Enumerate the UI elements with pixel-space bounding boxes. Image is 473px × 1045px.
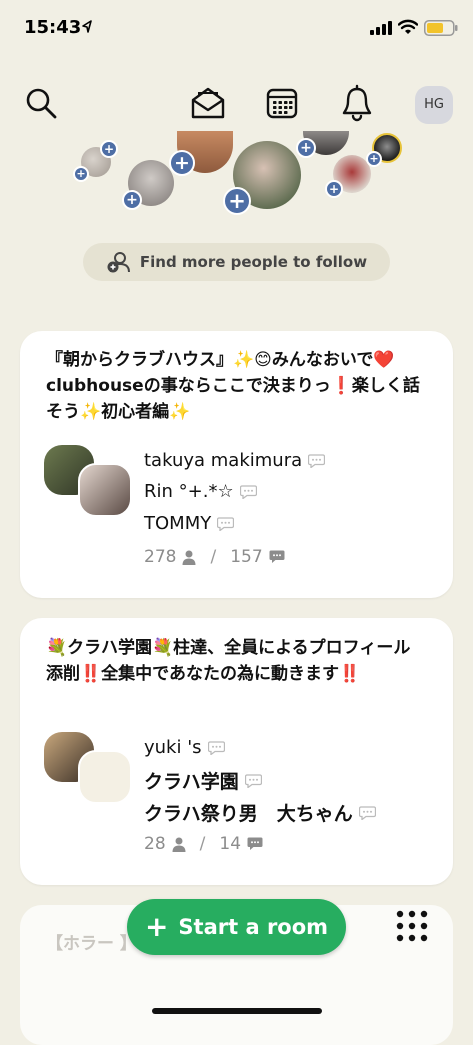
follow-plus-icon[interactable]: + [366,151,382,167]
speaker-count: 157 [230,547,263,567]
count-separator: / [210,547,217,567]
speaker-name: クラハ学園 [144,771,239,793]
speaker-chat-icon [217,516,235,531]
location-arrow-icon [82,20,92,33]
follow-plus-icon[interactable]: + [223,187,251,215]
dial-grid-icon[interactable] [392,906,432,946]
speaker-chat-icon [358,805,376,820]
room-card[interactable]: 『朝からクラブハウス』✨😊みんなおいで❤️clubhouseの事ならここで決まり… [20,331,453,598]
room-counts: 278 / 157 [144,547,285,567]
follow-plus-icon[interactable]: + [100,140,118,158]
follow-plus-icon[interactable]: + [296,138,316,158]
room-speaker: yuki 's [144,737,225,758]
speaker-name: takuya makimura [144,450,303,471]
plus-icon: + [144,910,169,943]
start-room-button[interactable]: + Start a room [127,899,346,955]
speaker-chat-icon [207,740,225,755]
room-title: 『朝からクラブハウス』✨😊みんなおいで❤️clubhouseの事ならここで決まり… [46,350,420,422]
status-time: 15:43 [24,17,82,38]
follow-plus-icon[interactable]: + [122,190,142,210]
home-indicator[interactable] [152,1008,322,1014]
room-card[interactable]: 💐クラハ学園💐柱達、全員によるプロフィール添削‼️全集中であなたの為に動きます‼… [20,618,453,885]
follow-plus-icon[interactable]: + [73,166,89,182]
room-speaker: Rin °+.*☆ [144,481,257,502]
profile-avatar[interactable]: HG [415,86,453,124]
wifi-icon [398,19,418,34]
add-person-icon [107,252,130,273]
chat-bubble-icon [247,837,263,850]
status-bar: 15:43 [0,0,473,56]
count-separator: / [199,834,206,854]
speaker-name: Rin °+.*☆ [144,481,234,502]
speaker-name: クラハ祭り男 大ちゃん [144,803,353,825]
speaker-name: TOMMY [144,513,212,534]
invite-envelope-icon[interactable] [190,86,226,120]
speaker-count: 14 [219,834,242,854]
notifications-bell-icon[interactable] [340,84,374,122]
find-people-label: Find more people to follow [139,253,368,271]
room-speaker: クラハ学園 [144,767,262,794]
battery-icon [424,20,458,36]
room-speaker: クラハ祭り男 大ちゃん [144,799,376,826]
listener-count: 278 [144,547,177,567]
speaker-avatar [78,750,132,804]
speaker-avatar [78,463,132,517]
listener-count: 28 [144,834,166,854]
speaker-name: yuki 's [144,737,202,758]
follow-plus-icon[interactable]: + [325,180,343,198]
room-speaker: takuya makimura [144,450,326,471]
search-icon[interactable] [24,86,58,120]
chat-bubble-icon [269,550,285,563]
person-icon [182,550,196,565]
speaker-chat-icon [308,453,326,468]
follow-plus-icon[interactable]: + [169,150,195,176]
person-icon [172,837,186,852]
room-speaker: TOMMY [144,513,235,534]
speaker-chat-icon [244,773,262,788]
speaker-chat-icon [239,484,257,499]
room-title: 💐クラハ学園💐柱達、全員によるプロフィール添削‼️全集中であなたの為に動きます‼… [46,638,411,684]
find-people-button[interactable]: Find more people to follow [83,243,390,281]
cellular-signal-icon [370,21,392,35]
start-room-label: Start a room [178,915,329,939]
room-counts: 28 / 14 [144,834,263,854]
calendar-icon[interactable] [265,86,299,120]
